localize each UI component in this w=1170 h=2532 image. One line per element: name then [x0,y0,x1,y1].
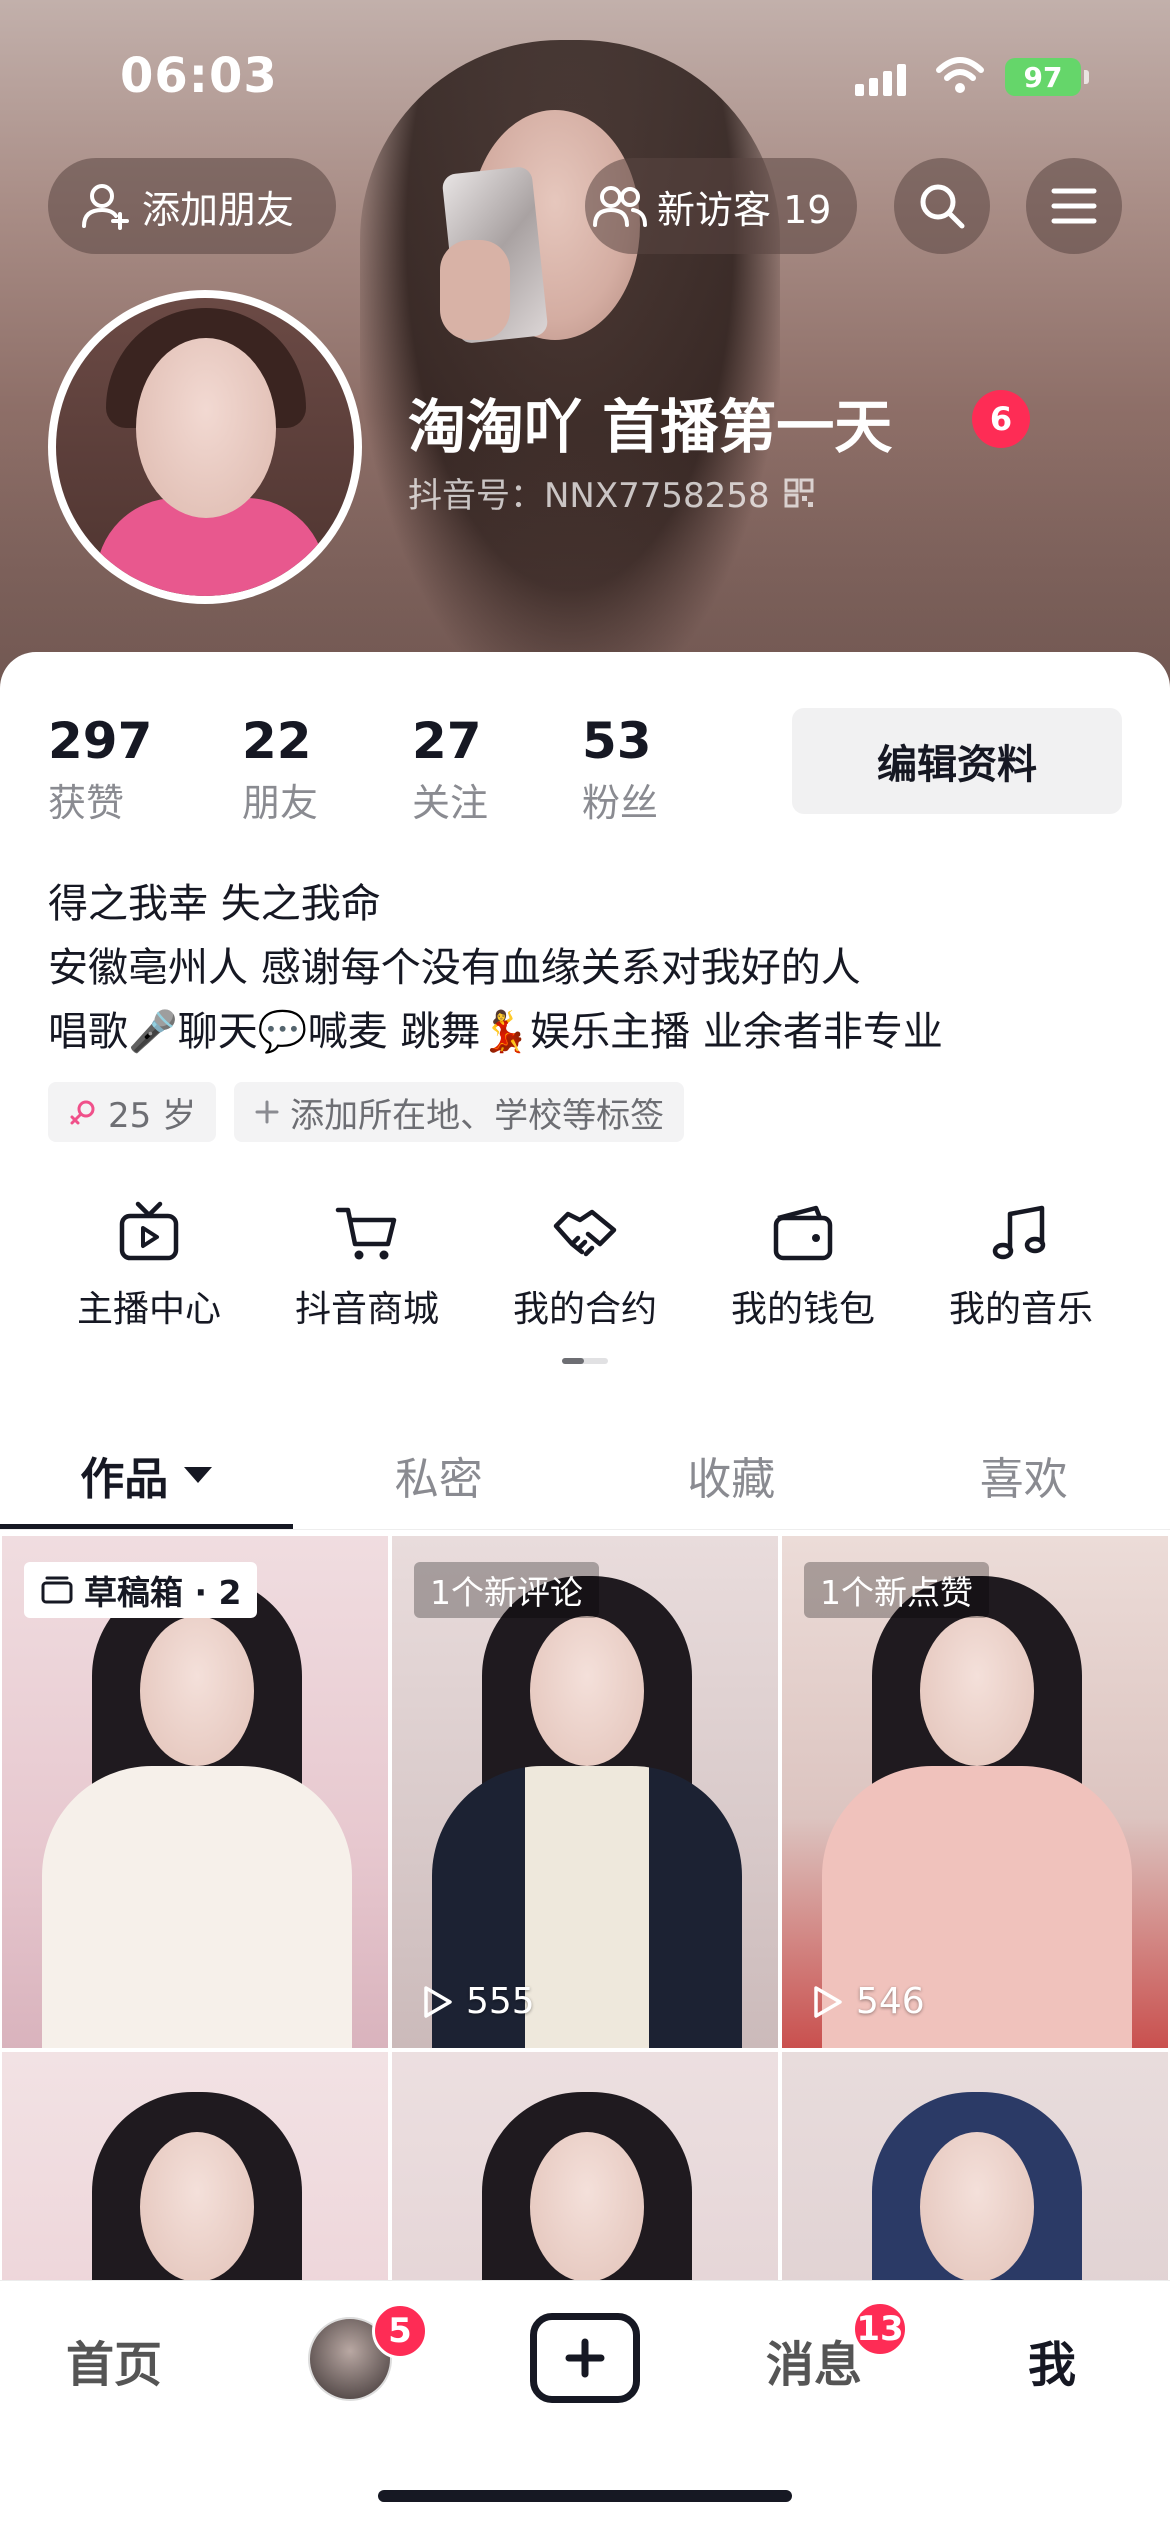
stat-followers[interactable]: 53 粉丝 [558,712,728,827]
tab-label: 喜欢 [979,1453,1068,1505]
shortcut-label: 主播中心 [76,1289,221,1330]
search-button[interactable] [894,158,990,254]
add-tag-button[interactable]: 添加所在地、学校等标签 [234,1082,685,1142]
create-button[interactable] [530,2313,640,2403]
home-indicator [378,2490,792,2502]
bio-line: 安徽亳州人 感谢每个没有血缘关系对我好的人 [48,945,861,991]
content-tabs: 作品 私密 收藏 喜欢 [0,1420,1170,1530]
chevron-down-icon [184,1466,213,1483]
signal-icon [855,62,906,96]
play-count: 555 [420,1981,535,2022]
shortcut-music[interactable]: 我的音乐 [912,1200,1130,1332]
profile-stats: 297 获赞 22 朋友 27 关注 53 粉丝 [48,712,728,827]
play-count: 546 [810,1981,925,2022]
bio-line: 得之我幸 失之我命 [48,881,381,927]
visitors-label: 新访客 19 [657,187,832,232]
profile-avatar[interactable] [48,290,362,604]
female-icon [70,1100,95,1125]
cover-hand [440,240,510,340]
menu-icon [1051,188,1097,224]
status-bar: 06:03 97 [0,0,1170,150]
drafts-badge-text: 草稿箱 · 2 [84,1573,242,1612]
tab-label: 收藏 [687,1453,776,1505]
wallet-icon [773,1205,833,1261]
profile-bio: 得之我幸 失之我命 安徽亳州人 感谢每个没有血缘关系对我好的人 唱歌🎤聊天💬喊麦… [48,872,943,1064]
play-count-text: 546 [856,1981,925,2022]
stat-label: 关注 [412,781,489,825]
function-shortcuts: 主播中心 抖音商城 我的合约 我的钱包 我的音乐 [40,1200,1140,1332]
shortcut-streamer-center[interactable]: 主播中心 [40,1200,258,1332]
wifi-icon [936,57,984,93]
notification-badge[interactable]: 6 [972,390,1030,448]
stat-label: 朋友 [242,781,319,825]
stat-value: 27 [412,712,482,770]
status-time: 06:03 [120,48,278,104]
nav-me[interactable]: 我 [1028,2325,1076,2395]
stat-label: 粉丝 [582,781,659,825]
new-like-badge: 1个新点赞 [804,1562,989,1618]
stat-label: 获赞 [48,781,125,825]
douyin-id-text: 抖音号：NNX7758258 [408,476,770,516]
add-tag-text: 添加所在地、学校等标签 [290,1095,665,1136]
visitors-icon [593,186,647,227]
play-icon [814,1985,842,2018]
video-thumbnail[interactable]: 1个新评论 555 [390,1536,780,2048]
new-comment-badge: 1个新评论 [414,1562,599,1618]
stat-following[interactable]: 27 关注 [388,712,558,827]
add-user-icon [82,184,129,230]
stat-value: 53 [582,712,652,770]
plus-icon [565,2338,605,2378]
music-note-icon [992,1205,1046,1260]
battery-icon: 97 [1005,58,1089,96]
tab-favorites[interactable]: 收藏 [585,1420,878,1529]
handshake-icon [553,1209,617,1257]
add-friend-button[interactable]: 添加朋友 [48,158,336,254]
tab-private[interactable]: 私密 [293,1420,586,1529]
nav-home[interactable]: 首页 [66,2325,162,2395]
play-count-text: 555 [466,1981,535,2022]
shortcut-mall[interactable]: 抖音商城 [258,1200,476,1332]
cart-icon [335,1207,397,1260]
search-icon [920,184,965,229]
battery-level: 97 [1023,60,1063,94]
tab-liked[interactable]: 喜欢 [878,1420,1170,1529]
edit-profile-button[interactable]: 编辑资料 [792,708,1122,814]
drafts-badge: 草稿箱 · 2 [24,1562,258,1618]
stat-likes[interactable]: 297 获赞 [48,712,218,827]
video-thumbnail[interactable]: 1个新点赞 546 [780,1536,1170,2048]
video-thumbnail[interactable]: 草稿箱 · 2 [0,1536,390,2048]
shortcut-wallet[interactable]: 我的钱包 [694,1200,912,1332]
douyin-id[interactable]: 抖音号：NNX7758258 [408,468,814,517]
qr-code-icon [784,478,814,507]
age-tag[interactable]: 25 岁 [48,1082,217,1142]
plus-icon [255,1100,279,1124]
avatar-image [56,298,354,596]
add-friend-label: 添加朋友 [142,187,295,232]
tab-label: 私密 [394,1453,483,1505]
friends-badge: 5 [372,2303,428,2359]
play-icon [424,1985,452,2018]
messages-badge: 13 [852,2301,908,2357]
new-visitors-button[interactable]: 新访客 19 [585,158,857,254]
tab-works[interactable]: 作品 [0,1420,293,1529]
shortcut-label: 我的音乐 [948,1289,1093,1330]
shortcut-label: 我的钱包 [730,1289,875,1330]
profile-tags: 25 岁 添加所在地、学校等标签 [48,1082,685,1142]
nickname: 淘淘吖 首播第一天 [408,393,893,461]
shortcuts-page-indicator [562,1358,608,1364]
age-tag-text: 25 岁 [108,1095,197,1136]
shortcut-label: 抖音商城 [294,1289,439,1330]
tab-label: 作品 [80,1453,169,1505]
bio-line: 唱歌🎤聊天💬喊麦 跳舞💃娱乐主播 业余者非专业 [48,1009,943,1055]
shortcut-contract[interactable]: 我的合约 [476,1200,694,1332]
stat-value: 22 [242,712,312,770]
stat-value: 297 [48,712,153,770]
stat-friends[interactable]: 22 朋友 [218,712,388,827]
shortcut-label: 我的合约 [512,1289,657,1330]
drafts-icon [41,1576,73,1604]
nav-messages[interactable]: 消息 [766,2325,862,2395]
tv-icon [119,1201,179,1261]
menu-button[interactable] [1026,158,1122,254]
